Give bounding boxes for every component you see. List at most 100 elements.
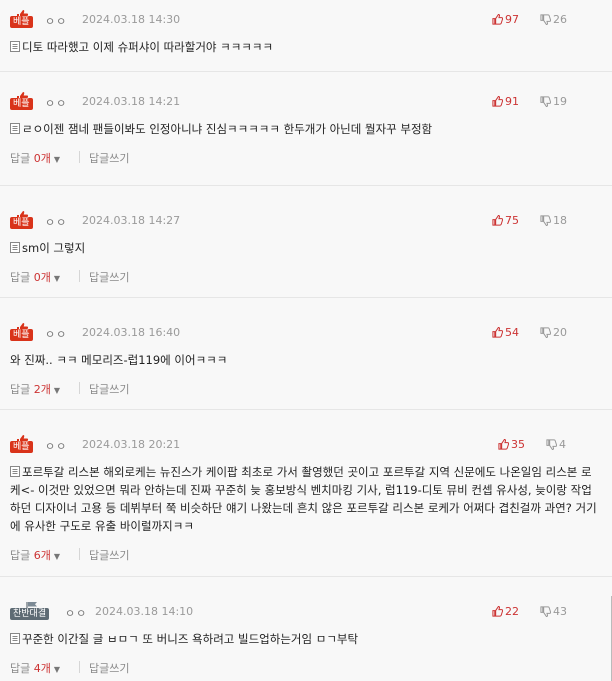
best-badge-label: 베플 [10,98,33,110]
document-icon [10,633,20,644]
comment-actions: 답글 4개 ▼ 답글쓰기 [0,660,612,676]
reply-toggle[interactable]: 답글 4개 ▼ [10,660,60,676]
caret-down-icon: ▼ [53,665,61,674]
downvote-count: 20 [553,326,567,339]
caret-down-icon: ▼ [53,386,61,395]
thumbs-up-icon [492,605,504,617]
reply-toggle[interactable]: 답글 0개 ▼ [10,150,60,166]
reply-toggle[interactable]: 답글 6개 ▼ [10,547,60,563]
reply-count: 0개 [33,152,51,165]
downvote-count: 19 [553,95,567,108]
upvote-count: 54 [505,326,519,339]
comment-date: 2024.03.18 14:27 [82,214,181,227]
comment-actions: 답글 2개 ▼ 답글쓰기 [0,381,612,397]
comment-meta: 찬반대결 ㅇㅇ 2024.03.18 14:10 22 43 [0,602,612,620]
downvote-button[interactable]: 43 [540,605,567,618]
comment-date: 2024.03.18 14:30 [82,13,181,26]
downvote-button[interactable]: 4 [546,438,566,451]
caret-down-icon: ▼ [53,155,61,164]
reply-toggle[interactable]: 답글 0개 ▼ [10,269,60,285]
divider [79,151,80,163]
divider [79,270,80,282]
thumbs-up-icon [492,326,504,338]
write-reply-button[interactable]: 답글쓰기 [89,269,129,285]
reply-label: 답글 [10,152,31,165]
best-badge-label: 베플 [10,217,33,229]
reply-count: 2개 [33,383,51,396]
reply-count: 6개 [33,549,51,562]
upvote-button[interactable]: 97 [492,13,519,26]
best-badge-label: 베플 [10,441,33,453]
downvote-button[interactable]: 19 [540,95,567,108]
comment-item: 베플 ㅇㅇ 2024.03.18 14:30 97 26 디토 따라했고 이제 … [0,0,612,72]
thumbs-down-icon [540,14,552,26]
comment-text: 와 진짜.. ㅋㅋ 메모리즈-럽119에 이어ㅋㅋㅋ [10,351,602,369]
best-badge: 베플 [10,92,34,110]
comment-date: 2024.03.18 14:21 [82,95,181,108]
divider [79,382,80,394]
comment-item: 베플 ㅇㅇ 2024.03.18 16:40 54 20 와 진짜.. ㅋㅋ 메… [0,298,612,410]
write-reply-button[interactable]: 답글쓰기 [89,150,129,166]
best-badge-label: 베플 [10,16,33,28]
downvote-button[interactable]: 20 [540,326,567,339]
upvote-count: 35 [511,438,525,451]
thumbs-down-icon [546,439,558,451]
upvote-count: 75 [505,214,519,227]
versus-badge-label: 찬반대결 [10,608,50,620]
versus-badge: 찬반대결 [10,602,54,620]
downvote-button[interactable]: 26 [540,13,567,26]
thumbs-down-icon [540,327,552,339]
upvote-button[interactable]: 54 [492,326,519,339]
upvote-count: 97 [505,13,519,26]
best-badge: 베플 [10,211,34,229]
upvote-count: 91 [505,95,519,108]
comment-date: 2024.03.18 16:40 [82,326,181,339]
downvote-count: 4 [559,438,566,451]
comment-actions: 답글 6개 ▼ 답글쓰기 [0,547,612,563]
downvote-count: 18 [553,214,567,227]
comment-meta: 베플 ㅇㅇ 2024.03.18 14:21 91 19 [0,92,612,110]
comment-text: 디토 따라했고 이제 슈퍼샤이 따라할거야 ㅋㅋㅋㅋㅋ [10,38,602,56]
thumbs-down-icon [540,606,552,618]
write-reply-button[interactable]: 답글쓰기 [89,547,129,563]
downvote-button[interactable]: 18 [540,214,567,227]
comment-body: 꾸준한 이간질 글 ㅂㅁㄱ 또 버니즈 욕하려고 빌드업하는거임 ㅁㄱ부탁 [22,632,359,646]
reply-label: 답글 [10,662,31,675]
author-name: ㅇㅇ [45,328,68,341]
upvote-button[interactable]: 22 [492,605,519,618]
best-badge: 베플 [10,10,34,28]
document-icon [10,41,20,52]
comment-body: 와 진짜.. ㅋㅋ 메모리즈-럽119에 이어ㅋㅋㅋ [10,353,228,367]
downvote-count: 26 [553,13,567,26]
comment-date: 2024.03.18 14:10 [95,605,194,618]
upvote-button[interactable]: 91 [492,95,519,108]
thumbs-up-icon [492,95,504,107]
downvote-count: 43 [553,605,567,618]
reply-label: 답글 [10,271,31,284]
upvote-button[interactable]: 75 [492,214,519,227]
comment-text: ㄹㅇ이젠 잼네 팬들이봐도 인정아니냐 진심ㅋㅋㅋㅋㅋ 한두개가 아닌데 뭘자꾸… [10,120,602,138]
write-reply-button[interactable]: 답글쓰기 [89,660,129,676]
upvote-button[interactable]: 35 [498,438,525,451]
write-reply-button[interactable]: 답글쓰기 [89,381,129,397]
author-name: ㅇㅇ [45,15,68,28]
reply-toggle[interactable]: 답글 2개 ▼ [10,381,60,397]
document-icon [10,123,20,134]
comment-text: 포르투갈 리스본 해외로케는 뉴진스가 케이팝 최초로 가서 촬영했던 곳이고 … [10,463,602,535]
author-name: ㅇㅇ [65,607,88,620]
comment-item: 베플 ㅇㅇ 2024.03.18 14:21 91 19 ㄹㅇ이젠 잼네 팬들이… [0,72,612,186]
thumbs-up-icon [492,214,504,226]
thumbs-down-icon [540,215,552,227]
comment-list: 베플 ㅇㅇ 2024.03.18 14:30 97 26 디토 따라했고 이제 … [0,0,612,681]
upvote-count: 22 [505,605,519,618]
author-name: ㅇㅇ [45,440,68,453]
caret-down-icon: ▼ [53,552,61,561]
thumbs-up-icon [492,13,504,25]
divider [79,548,80,560]
thumbs-up-icon [498,438,510,450]
divider [79,661,80,673]
thumbs-down-icon [540,96,552,108]
caret-down-icon: ▼ [53,274,61,283]
comment-text: sm이 그렇지 [10,239,602,257]
comment-actions: 답글 0개 ▼ 답글쓰기 [0,269,612,285]
